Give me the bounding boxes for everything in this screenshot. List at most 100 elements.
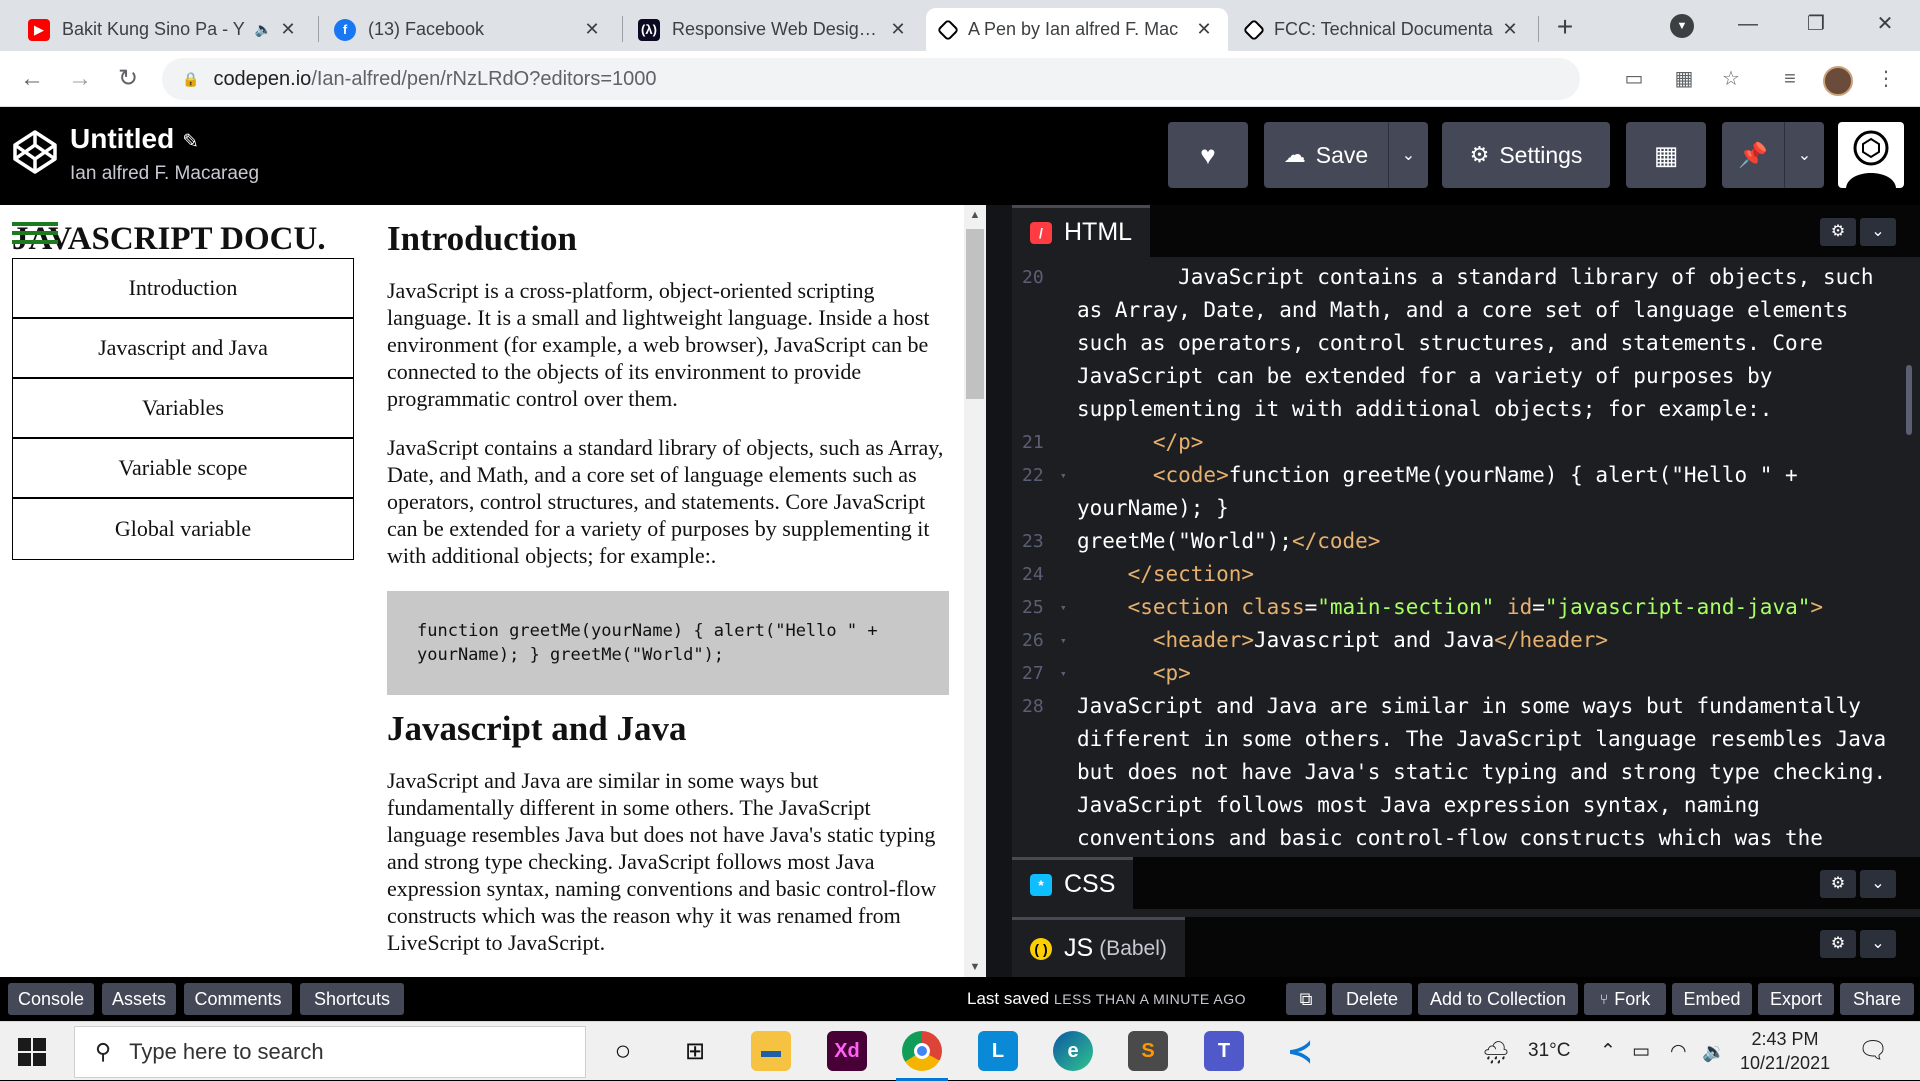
hamburger-icon[interactable]: [12, 222, 58, 252]
speaker-icon[interactable]: 🔈: [255, 21, 272, 38]
pin-button[interactable]: 📌 ⌄: [1722, 122, 1824, 188]
code-line[interactable]: different in some others. The JavaScript…: [1012, 723, 1920, 756]
code-line[interactable]: JavaScript can be extended for a variety…: [1012, 360, 1920, 393]
tab-search-icon[interactable]: ▼: [1670, 14, 1694, 38]
teams-icon[interactable]: T: [1204, 1031, 1244, 1071]
codepen-logo-icon[interactable]: [12, 129, 58, 175]
task-view-icon[interactable]: ⊞: [675, 1031, 715, 1071]
tab-html[interactable]: / HTML: [1012, 205, 1151, 257]
nav-link-variables[interactable]: Variables: [13, 379, 353, 439]
gear-icon[interactable]: ⚙: [1820, 870, 1856, 898]
chevron-down-icon[interactable]: ⌄: [1388, 122, 1428, 188]
pencil-icon[interactable]: ✎: [182, 131, 199, 153]
chevron-down-icon[interactable]: ⌄: [1784, 122, 1824, 188]
tab-js[interactable]: ( ) JS (Babel): [1012, 917, 1185, 977]
restore-button[interactable]: ❐: [1793, 6, 1839, 42]
notification-icon[interactable]: 🗨: [1858, 1036, 1888, 1065]
reload-icon[interactable]: ↻: [110, 61, 146, 97]
like-button[interactable]: ♥: [1168, 122, 1248, 188]
shortcuts-button[interactable]: Shortcuts: [300, 983, 404, 1015]
pen-author[interactable]: Ian alfred F. Macaraeg: [70, 163, 259, 185]
bookmark-star-icon[interactable]: ☆: [1717, 65, 1745, 93]
scroll-down-icon[interactable]: ▼: [964, 961, 986, 973]
taskbar-search-input[interactable]: ⚲ Type here to search: [74, 1026, 586, 1078]
code-line[interactable]: as Array, Date, and Math, and a core set…: [1012, 294, 1920, 327]
gear-icon[interactable]: ⚙: [1820, 218, 1856, 246]
nav-link-introduction[interactable]: Introduction: [13, 259, 353, 319]
fork-button[interactable]: ⑂ Fork: [1584, 983, 1666, 1015]
assets-button[interactable]: Assets: [102, 983, 176, 1015]
file-explorer-icon[interactable]: ▬: [751, 1031, 791, 1071]
adobe-xd-icon[interactable]: Xd: [827, 1031, 867, 1071]
code-line[interactable]: 25 ▾ <section class="main-section" id="ja…: [1012, 591, 1920, 624]
nav-link-global-variable[interactable]: Global variable: [13, 499, 353, 559]
code-line[interactable]: conventions and basic control-flow const…: [1012, 822, 1920, 855]
editor-scrollbar-thumb[interactable]: [1906, 365, 1912, 435]
settings-button[interactable]: ⚙ Settings: [1442, 122, 1610, 188]
fold-arrow-icon[interactable]: ▾: [1060, 459, 1067, 492]
reading-list-icon[interactable]: ≡: [1776, 65, 1804, 93]
wifi-icon[interactable]: ◠: [1670, 1040, 1687, 1063]
new-tab-button[interactable]: +: [1548, 10, 1582, 44]
code-line[interactable]: 28 JavaScript and Java are similar in som…: [1012, 690, 1920, 723]
comments-button[interactable]: Comments: [184, 983, 292, 1015]
code-line[interactable]: JavaScript follows most Java expression …: [1012, 789, 1920, 822]
code-line[interactable]: 27 ▾ <p>: [1012, 657, 1920, 690]
close-tab-icon[interactable]: ✕: [278, 19, 298, 40]
close-tab-icon[interactable]: ✕: [582, 19, 602, 40]
forward-icon[interactable]: →: [62, 61, 98, 97]
windows-start-icon[interactable]: [18, 1038, 46, 1066]
sublime-text-icon[interactable]: S: [1128, 1031, 1168, 1071]
system-clock[interactable]: 2:43 PM 10/21/2021: [1740, 1027, 1830, 1075]
fold-arrow-icon[interactable]: ▾: [1060, 591, 1067, 624]
close-tab-icon[interactable]: ✕: [1500, 19, 1520, 40]
embed-button[interactable]: Embed: [1672, 983, 1752, 1015]
cast-icon[interactable]: ▭: [1620, 65, 1648, 93]
weather-temperature[interactable]: 31°C: [1528, 1040, 1570, 1062]
open-external-button[interactable]: ⧉: [1286, 983, 1326, 1015]
nav-link-variable-scope[interactable]: Variable scope: [13, 439, 353, 499]
profile-avatar[interactable]: [1823, 66, 1853, 96]
pane-resizer[interactable]: [986, 205, 1012, 977]
user-avatar[interactable]: [1838, 122, 1904, 188]
export-button[interactable]: Export: [1758, 983, 1834, 1015]
code-line[interactable]: such as operators, control structures, a…: [1012, 327, 1920, 360]
menu-kebab-icon[interactable]: ⋮: [1872, 65, 1900, 93]
code-line[interactable]: but does not have Java's static typing a…: [1012, 756, 1920, 789]
browser-tab[interactable]: f (13) Facebook ✕: [320, 8, 616, 51]
chevron-up-icon[interactable]: ⌃: [1600, 1040, 1616, 1063]
battery-icon[interactable]: ▭: [1632, 1040, 1650, 1063]
delete-button[interactable]: Delete: [1332, 983, 1412, 1015]
lark-icon[interactable]: L: [978, 1031, 1018, 1071]
chevron-down-icon[interactable]: ⌄: [1860, 218, 1896, 246]
scrollbar-thumb[interactable]: [966, 229, 984, 399]
scroll-up-icon[interactable]: ▲: [964, 209, 986, 221]
minimize-button[interactable]: —: [1725, 6, 1771, 42]
close-window-button[interactable]: ✕: [1862, 6, 1908, 42]
close-tab-icon[interactable]: ✕: [1194, 19, 1214, 40]
pen-title[interactable]: Untitled ✎: [70, 123, 199, 155]
browser-tab-active[interactable]: A Pen by Ian alfred F. Mac ✕: [926, 8, 1228, 51]
add-to-collection-button[interactable]: Add to Collection: [1418, 983, 1578, 1015]
fold-arrow-icon[interactable]: ▾: [1060, 657, 1067, 690]
code-line[interactable]: 22 ▾ <code>function greetMe(yourName) { a…: [1012, 459, 1920, 492]
code-line[interactable]: supplementing it with additional objects…: [1012, 393, 1920, 426]
gear-icon[interactable]: ⚙: [1820, 930, 1856, 958]
console-button[interactable]: Console: [8, 983, 94, 1015]
code-line[interactable]: 20 JavaScript contains a standard librar…: [1012, 261, 1920, 294]
back-icon[interactable]: ←: [14, 61, 50, 97]
code-line[interactable]: yourName); }: [1012, 492, 1920, 525]
chevron-down-icon[interactable]: ⌄: [1860, 930, 1896, 958]
preview-scrollbar[interactable]: ▲ ▼: [964, 205, 986, 977]
tab-css[interactable]: * CSS: [1012, 857, 1134, 909]
browser-tab[interactable]: ▶ Bakit Kung Sino Pa - Y 🔈 ✕: [14, 8, 312, 51]
change-view-button[interactable]: ▦: [1626, 122, 1706, 188]
vscode-icon[interactable]: ≺: [1280, 1031, 1320, 1071]
code-line[interactable]: 24 </section>: [1012, 558, 1920, 591]
browser-tab[interactable]: FCC: Technical Documenta ✕: [1232, 8, 1534, 51]
html-code-editor[interactable]: 20 JavaScript contains a standard librar…: [1012, 257, 1920, 857]
extension-icon[interactable]: ▦: [1670, 65, 1698, 93]
lock-icon[interactable]: 🔒: [182, 71, 199, 88]
cortana-icon[interactable]: ○: [603, 1031, 643, 1071]
browser-tab[interactable]: (λ) Responsive Web Design P ✕: [624, 8, 922, 51]
